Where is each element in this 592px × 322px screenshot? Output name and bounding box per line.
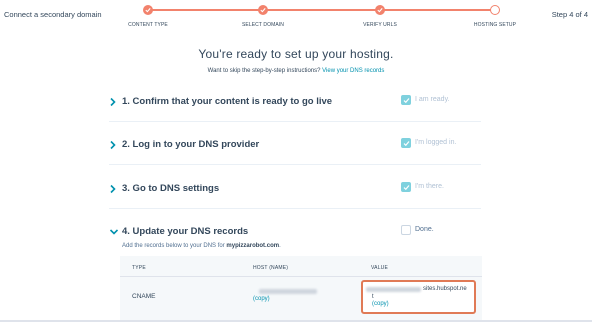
checkbox-label: I am ready. bbox=[415, 96, 450, 103]
check-icon bbox=[377, 8, 383, 13]
section-divider bbox=[109, 121, 481, 122]
checkbox-box[interactable] bbox=[401, 95, 411, 105]
table-header-divider bbox=[120, 276, 482, 277]
dns-records-table: TYPE HOST (NAME) VALUE CNAME (copy) site… bbox=[120, 256, 482, 322]
section-update-dns-records[interactable]: 4. Update your DNS records Done. bbox=[109, 224, 481, 244]
section-confirm-content[interactable]: 1. Confirm that your content is ready to… bbox=[109, 94, 481, 114]
section-divider bbox=[109, 164, 481, 165]
section-header[interactable]: 1. Confirm that your content is ready to… bbox=[109, 94, 481, 114]
page-title: You're ready to set up your hosting. bbox=[198, 47, 394, 61]
step-content-type-marker bbox=[143, 5, 153, 15]
step-select-domain-marker bbox=[258, 5, 268, 15]
section-title: 4. Update your DNS records bbox=[122, 226, 249, 237]
app-title: Connect a secondary domain bbox=[4, 10, 102, 19]
column-header-value: VALUE bbox=[371, 265, 389, 271]
record-type-cell: CNAME bbox=[132, 293, 156, 300]
step-label-select-domain: SELECT DOMAIN bbox=[241, 22, 285, 28]
copy-value-link[interactable]: (copy) bbox=[372, 301, 389, 307]
section-header[interactable]: 2. Log in to your DNS provider I'm logge… bbox=[109, 137, 481, 157]
skip-prompt-text: Want to skip the step-by-step instructio… bbox=[207, 68, 321, 74]
checkbox-label: Done. bbox=[415, 226, 434, 233]
chevron-right-icon[interactable] bbox=[109, 97, 117, 107]
checkmark-icon bbox=[403, 185, 410, 191]
step-label-verify-urls: VERIFY URLS bbox=[363, 22, 397, 28]
step-label-content-type: CONTENT TYPE bbox=[128, 22, 168, 28]
section-title: 1. Confirm that your content is ready to… bbox=[122, 96, 333, 107]
checkbox-box[interactable] bbox=[401, 225, 411, 235]
progress-stepper: CONTENT TYPE SELECT DOMAIN VERIFY URLS H… bbox=[128, 5, 516, 28]
step-label-hosting-setup: HOSTING SETUP bbox=[473, 22, 517, 28]
redacted-value-prefix bbox=[366, 287, 421, 292]
column-header-host: HOST (NAME) bbox=[253, 265, 289, 271]
skip-instructions-line: Want to skip the step-by-step instructio… bbox=[0, 68, 592, 74]
stepper-line bbox=[148, 9, 495, 11]
section-title: 2. Log in to your DNS provider bbox=[122, 139, 260, 150]
step-indicator: Step 4 of 4 bbox=[551, 10, 588, 19]
step-hosting-setup-marker bbox=[490, 5, 500, 15]
section-login-dns-provider[interactable]: 2. Log in to your DNS provider I'm logge… bbox=[109, 137, 481, 157]
step-verify-urls-marker bbox=[375, 5, 385, 15]
check-icon bbox=[260, 8, 266, 13]
redacted-host-value bbox=[259, 289, 317, 294]
chevron-right-icon[interactable] bbox=[109, 140, 117, 150]
checkmark-icon bbox=[403, 98, 410, 104]
checkbox-box[interactable] bbox=[401, 182, 411, 192]
section-dns-settings[interactable]: 3. Go to DNS settings I'm there. bbox=[109, 181, 481, 201]
records-instruction: Add the records below to your DNS for my… bbox=[122, 243, 281, 249]
record-value-text: sites.hubspot.ne bbox=[423, 286, 467, 292]
checkmark-icon bbox=[403, 141, 410, 147]
section-divider bbox=[109, 208, 481, 209]
target-domain: mypizzarobot.com bbox=[226, 243, 280, 249]
checkbox-box[interactable] bbox=[401, 138, 411, 148]
check-icon bbox=[145, 8, 151, 13]
checkbox-label: I'm there. bbox=[415, 183, 444, 190]
chevron-right-icon[interactable] bbox=[109, 184, 117, 194]
records-instruction-text: Add the records below to your DNS for bbox=[122, 243, 225, 249]
column-header-type: TYPE bbox=[132, 265, 146, 271]
checkbox-label: I'm logged in. bbox=[415, 139, 457, 146]
copy-host-link[interactable]: (copy) bbox=[253, 296, 270, 302]
view-dns-records-link[interactable]: View your DNS records bbox=[322, 68, 384, 74]
record-value-tail: t bbox=[372, 294, 374, 300]
section-title: 3. Go to DNS settings bbox=[122, 183, 220, 194]
wizard-header: Connect a secondary domain CONTENT TYPE … bbox=[0, 0, 592, 34]
value-cell-highlight: sites.hubspot.ne t (copy) bbox=[361, 280, 476, 314]
section-header[interactable]: 4. Update your DNS records Done. bbox=[109, 224, 481, 244]
chevron-down-icon[interactable] bbox=[109, 227, 118, 237]
section-header[interactable]: 3. Go to DNS settings I'm there. bbox=[109, 181, 481, 201]
